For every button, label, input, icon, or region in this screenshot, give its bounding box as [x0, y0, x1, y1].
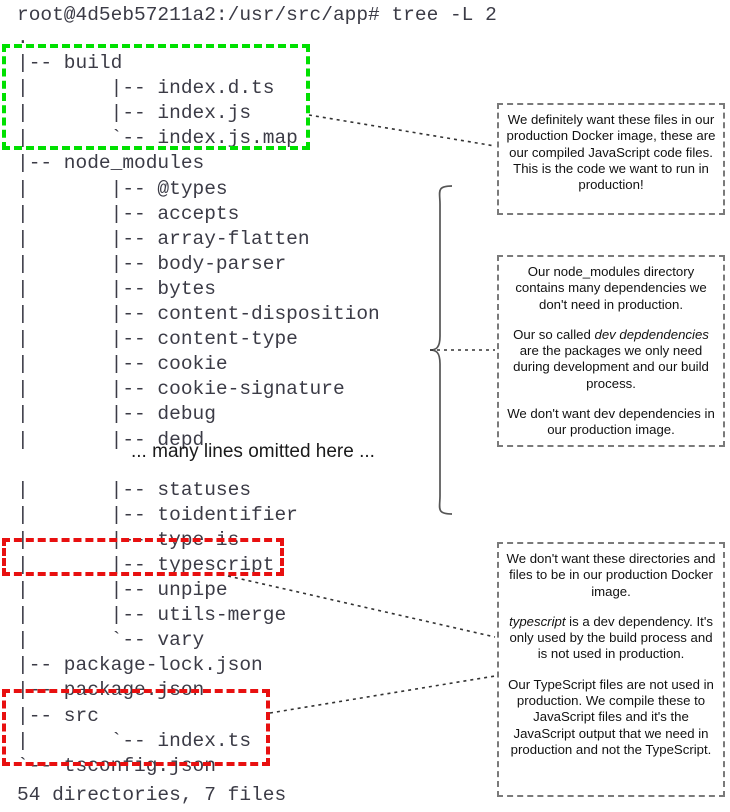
tree-summary-line: 54 directories, 7 files	[17, 784, 287, 806]
tree-line: |-- node_modules	[17, 152, 205, 175]
tree-line: | |-- body-parser	[17, 252, 287, 275]
tree-line: | |-- content-type	[17, 328, 298, 351]
tree-line: | |-- type-is	[17, 528, 240, 551]
callout-node-para2: Our so called dev depdendencies are the …	[505, 327, 717, 392]
tree-line: .	[17, 27, 29, 49]
callout-node-para3: We don't want dev dependencies in our pr…	[507, 406, 715, 438]
tree-line: | |-- bytes	[17, 277, 216, 300]
tree-line: `-- tsconfig.json	[17, 754, 216, 777]
tree-line: |-- package-lock.json	[17, 654, 263, 677]
callout-node-para2-pre: Our so called	[513, 326, 595, 342]
tree-line: | |-- cookie-signature	[17, 378, 345, 401]
tree-line: | `-- vary	[17, 629, 205, 652]
tree-line: | |-- index.js	[17, 102, 252, 125]
callout-node-para2-emphasis: dev depdendencies	[594, 326, 709, 342]
terminal-prompt-line: root@4d5eb57211a2:/usr/src/app# tree -L …	[17, 4, 497, 26]
callout-build-files: We definitely want these files in our pr…	[497, 103, 725, 215]
callout-ts-para3: Our TypeScript files are not used in pro…	[508, 676, 714, 757]
screenshot-root: root@4d5eb57211a2:/usr/src/app# tree -L …	[0, 0, 730, 812]
tree-line: |-- build	[17, 52, 123, 75]
tree-line: | |-- statuses	[17, 478, 252, 501]
tree-line: | |-- cookie	[17, 353, 228, 376]
tree-line: | |-- accepts	[17, 202, 240, 225]
callout-node-para1: Our node_modules directory contains many…	[515, 264, 707, 312]
callout-typescript: We don't want these directories and file…	[497, 542, 725, 797]
tree-line: | |-- debug	[17, 403, 216, 426]
tree-line: | |-- array-flatten	[17, 227, 310, 250]
tree-line: | `-- index.js.map	[17, 127, 298, 150]
callout-build-text: We definitely want these files in our pr…	[506, 112, 716, 193]
tree-line: | |-- toidentifier	[17, 503, 298, 526]
tree-line: |-- package.json	[17, 679, 205, 702]
tree-line: | |-- unpipe	[17, 579, 228, 602]
tree-line: |-- src	[17, 704, 99, 727]
callout-ts-para1: We don't want these directories and file…	[506, 551, 716, 599]
tree-line: | |-- index.d.ts	[17, 77, 275, 100]
callout-ts-para2: typescript is a dev dependency. It's onl…	[505, 614, 717, 663]
callout-ts-para2-emphasis: typescript	[509, 613, 566, 629]
tree-line: | |-- utils-merge	[17, 604, 287, 627]
tree-line: | |-- content-disposition	[17, 303, 380, 326]
tree-line: | |-- typescript	[17, 553, 275, 576]
tree-output: . |-- build | |-- index.d.ts | |-- index.js…	[17, 26, 380, 779]
tree-line: | `-- index.ts	[17, 729, 252, 752]
tree-line: | |-- @types	[17, 177, 228, 200]
brace-node-modules	[429, 185, 453, 515]
callout-node-modules: Our node_modules directory contains many…	[497, 255, 725, 447]
omitted-lines-note: ... many lines omitted here ...	[131, 441, 375, 462]
callout-node-para2-post: are the packages we only need during dev…	[513, 343, 709, 391]
